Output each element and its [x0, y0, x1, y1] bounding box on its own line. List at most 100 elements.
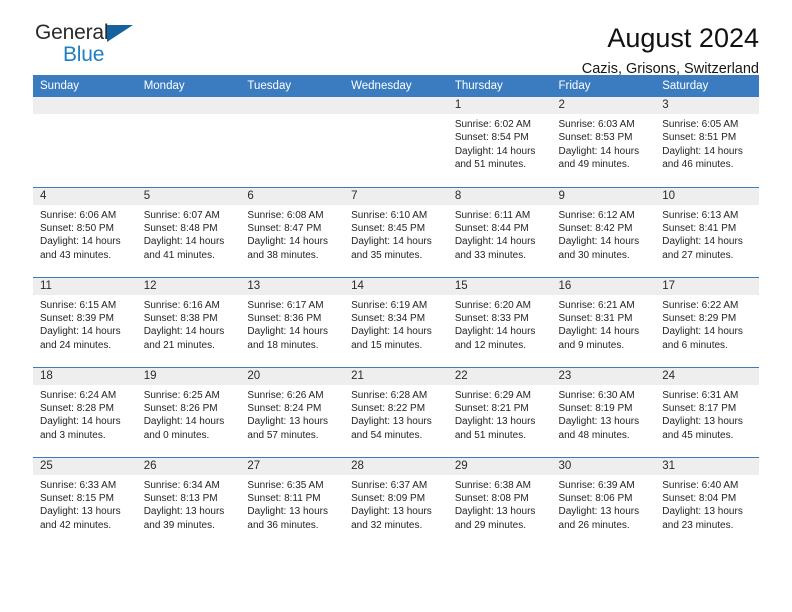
sunrise-time: Sunrise: 6:34 AM	[143, 479, 220, 491]
sunrise-time: Sunrise: 6:10 AM	[351, 209, 428, 221]
daylight-minutes: and 0 minutes.	[143, 429, 210, 441]
calendar-day-cell[interactable]: 5 Sunrise: 6:07 AM Sunset: 8:48 PM Daylight…	[136, 186, 241, 277]
calendar-day-cell[interactable]: 22 Sunrise: 6:29 AM Sunset: 8:21 PM Dayligh…	[447, 366, 552, 457]
daylight-hours: Daylight: 13 hours	[247, 416, 329, 428]
calendar-day-cell[interactable]: 12 Sunrise: 6:16 AM Sunset: 8:38 PM Dayligh…	[136, 276, 241, 367]
day-details: Sunrise: 6:20 AM Sunset: 8:33 PM Daylight:…	[448, 295, 552, 353]
calendar-day-cell[interactable]: 30 Sunrise: 6:39 AM Sunset: 8:06 PM Dayligh…	[551, 456, 656, 547]
day-details: Sunrise: 6:39 AM Sunset: 8:06 PM Daylight:…	[552, 475, 656, 533]
day-details: Sunrise: 6:07 AM Sunset: 8:48 PM Daylight:…	[137, 205, 241, 263]
day-number: 4	[33, 187, 137, 205]
calendar-day-cell[interactable]: 27 Sunrise: 6:35 AM Sunset: 8:11 PM Dayligh…	[240, 456, 345, 547]
day-number: 22	[447, 367, 552, 385]
sunrise-time: Sunrise: 6:35 AM	[247, 479, 324, 491]
daylight-minutes: and 12 minutes.	[454, 339, 526, 351]
daylight-hours: Daylight: 14 hours	[143, 326, 225, 338]
calendar-day-cell[interactable]: 15 Sunrise: 6:20 AM Sunset: 8:33 PM Dayligh…	[447, 276, 552, 367]
calendar-day-cell[interactable]: 14 Sunrise: 6:19 AM Sunset: 8:34 PM Dayligh…	[344, 276, 448, 367]
calendar-week-row: 11 Sunrise: 6:15 AM Sunset: 8:39 PM Dayligh…	[33, 276, 759, 367]
calendar-week-row: 18 Sunrise: 6:24 AM Sunset: 8:28 PM Dayligh…	[33, 366, 759, 457]
day-number: 9	[551, 187, 656, 205]
day-number: 27	[240, 457, 345, 475]
day-number: 3	[655, 97, 759, 114]
sunrise-time: Sunrise: 6:38 AM	[454, 479, 531, 491]
calendar-day-cell[interactable]: 9 Sunrise: 6:12 AM Sunset: 8:42 PM Daylight…	[551, 186, 656, 277]
calendar-day-cell[interactable]: 13 Sunrise: 6:17 AM Sunset: 8:36 PM Dayligh…	[240, 276, 345, 367]
calendar-day-cell[interactable]: 21 Sunrise: 6:28 AM Sunset: 8:22 PM Dayligh…	[344, 366, 448, 457]
day-details: Sunrise: 6:06 AM Sunset: 8:50 PM Daylight:…	[33, 205, 137, 263]
day-number: 1	[447, 97, 552, 114]
calendar-day-cell[interactable]: 25 Sunrise: 6:33 AM Sunset: 8:15 PM Dayligh…	[33, 456, 137, 547]
day-number: 2	[551, 97, 656, 114]
calendar-day-cell[interactable]: 7 Sunrise: 6:10 AM Sunset: 8:45 PM Daylight…	[344, 186, 448, 277]
day-details: Sunrise: 6:29 AM Sunset: 8:21 PM Daylight:…	[448, 385, 552, 443]
sunrise-time: Sunrise: 6:08 AM	[247, 209, 324, 221]
calendar-day-cell[interactable]: 20 Sunrise: 6:26 AM Sunset: 8:24 PM Dayligh…	[240, 366, 345, 457]
calendar-day-cell-empty	[33, 97, 137, 187]
sunset-time: Sunset: 8:13 PM	[143, 492, 218, 504]
sunset-time: Sunset: 8:50 PM	[40, 222, 114, 234]
daylight-minutes: and 42 minutes.	[40, 519, 112, 531]
day-details: Sunrise: 6:38 AM Sunset: 8:08 PM Daylight:…	[448, 475, 552, 533]
calendar-day-cell[interactable]: 1 Sunrise: 6:02 AM Sunset: 8:54 PM Daylight…	[447, 97, 552, 187]
calendar-day-cell[interactable]: 4 Sunrise: 6:06 AM Sunset: 8:50 PM Daylight…	[33, 186, 137, 277]
page-subtitle: Cazis, Grisons, Switzerland	[581, 61, 759, 77]
day-details	[137, 114, 241, 118]
calendar-day-cell[interactable]: 26 Sunrise: 6:34 AM Sunset: 8:13 PM Dayligh…	[136, 456, 241, 547]
day-number: 24	[655, 367, 759, 385]
daylight-minutes: and 45 minutes.	[662, 429, 734, 441]
daylight-hours: Daylight: 14 hours	[40, 326, 121, 338]
day-details: Sunrise: 6:08 AM Sunset: 8:47 PM Daylight:…	[240, 205, 344, 263]
calendar-day-cell[interactable]: 16 Sunrise: 6:21 AM Sunset: 8:31 PM Dayligh…	[551, 276, 656, 367]
sunrise-time: Sunrise: 6:06 AM	[40, 209, 117, 221]
calendar-day-cell[interactable]: 19 Sunrise: 6:25 AM Sunset: 8:26 PM Dayligh…	[136, 366, 241, 457]
calendar-day-cell[interactable]: 2 Sunrise: 6:03 AM Sunset: 8:53 PM Daylight…	[551, 97, 656, 187]
day-number: 31	[655, 457, 759, 475]
logo-triangle-icon	[107, 25, 133, 42]
calendar-day-cell[interactable]: 6 Sunrise: 6:08 AM Sunset: 8:47 PM Daylight…	[240, 186, 345, 277]
calendar-day-cell[interactable]: 31 Sunrise: 6:40 AM Sunset: 8:04 PM Dayligh…	[655, 456, 759, 547]
general-blue-logo[interactable]: General Blue	[33, 22, 155, 70]
daylight-minutes: and 57 minutes.	[247, 429, 319, 441]
sunrise-time: Sunrise: 6:33 AM	[40, 479, 117, 491]
daylight-hours: Daylight: 14 hours	[143, 416, 225, 428]
calendar-week-row: 4 Sunrise: 6:06 AM Sunset: 8:50 PM Daylight…	[33, 186, 759, 277]
sunrise-time: Sunrise: 6:30 AM	[558, 389, 635, 401]
sunset-time: Sunset: 8:31 PM	[558, 312, 633, 324]
daylight-minutes: and 15 minutes.	[351, 339, 423, 351]
sunset-time: Sunset: 8:42 PM	[558, 222, 633, 234]
daylight-hours: Daylight: 14 hours	[662, 326, 743, 338]
calendar-week-row: 1 Sunrise: 6:02 AM Sunset: 8:54 PM Daylight…	[33, 97, 759, 187]
calendar-day-cell[interactable]: 29 Sunrise: 6:38 AM Sunset: 8:08 PM Dayligh…	[447, 456, 552, 547]
calendar-day-cell[interactable]: 17 Sunrise: 6:22 AM Sunset: 8:29 PM Dayligh…	[655, 276, 759, 367]
calendar-day-cell[interactable]: 24 Sunrise: 6:31 AM Sunset: 8:17 PM Dayligh…	[655, 366, 759, 457]
daylight-hours: Daylight: 14 hours	[247, 236, 329, 248]
calendar-day-cell[interactable]: 3 Sunrise: 6:05 AM Sunset: 8:51 PM Daylight…	[655, 97, 759, 187]
day-details: Sunrise: 6:16 AM Sunset: 8:38 PM Daylight:…	[137, 295, 241, 353]
daylight-hours: Daylight: 14 hours	[454, 326, 536, 338]
sunrise-time: Sunrise: 6:21 AM	[558, 299, 635, 311]
sunset-time: Sunset: 8:09 PM	[351, 492, 426, 504]
daylight-hours: Daylight: 14 hours	[454, 236, 536, 248]
calendar-day-cell[interactable]: 10 Sunrise: 6:13 AM Sunset: 8:41 PM Dayligh…	[655, 186, 759, 277]
sunrise-time: Sunrise: 6:15 AM	[40, 299, 117, 311]
sunrise-time: Sunrise: 6:24 AM	[40, 389, 117, 401]
sunset-time: Sunset: 8:44 PM	[454, 222, 529, 234]
calendar-day-cell[interactable]: 18 Sunrise: 6:24 AM Sunset: 8:28 PM Dayligh…	[33, 366, 137, 457]
daylight-hours: Daylight: 13 hours	[247, 506, 329, 518]
page-header: General Blue August 2024 Cazis, Grisons,…	[33, 0, 759, 78]
calendar-day-cell[interactable]: 8 Sunrise: 6:11 AM Sunset: 8:44 PM Daylight…	[447, 186, 552, 277]
weekday-header-thursday: Thursday	[447, 75, 552, 97]
day-number: 20	[240, 367, 345, 385]
daylight-minutes: and 21 minutes.	[143, 339, 215, 351]
day-number: 7	[344, 187, 448, 205]
calendar-day-cell[interactable]: 11 Sunrise: 6:15 AM Sunset: 8:39 PM Dayligh…	[33, 276, 137, 367]
day-details: Sunrise: 6:15 AM Sunset: 8:39 PM Daylight:…	[33, 295, 137, 353]
daylight-hours: Daylight: 13 hours	[558, 506, 640, 518]
daylight-hours: Daylight: 13 hours	[454, 416, 536, 428]
calendar-day-cell[interactable]: 23 Sunrise: 6:30 AM Sunset: 8:19 PM Dayligh…	[551, 366, 656, 457]
sunrise-time: Sunrise: 6:26 AM	[247, 389, 324, 401]
calendar-day-cell[interactable]: 28 Sunrise: 6:37 AM Sunset: 8:09 PM Dayligh…	[344, 456, 448, 547]
daylight-minutes: and 48 minutes.	[558, 429, 630, 441]
daylight-minutes: and 26 minutes.	[558, 519, 630, 531]
